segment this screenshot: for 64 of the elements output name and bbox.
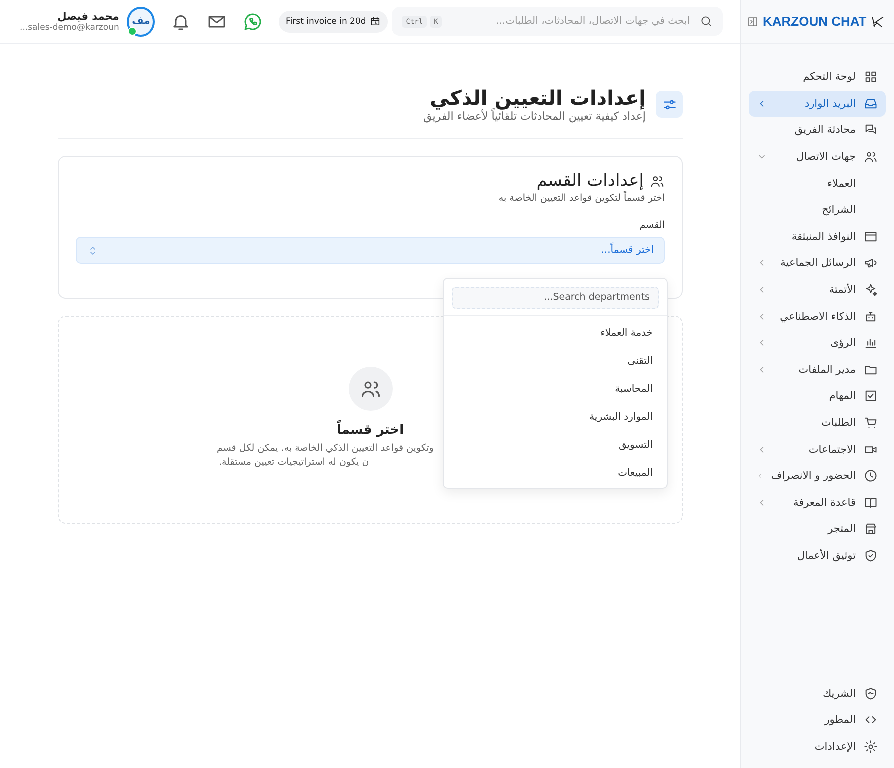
nav-subitem[interactable]: الشرائح <box>749 196 886 224</box>
page-subtitle: إعداد كيفية تعيين المحادثات تلقائياً لأعضاء الفريق <box>424 110 646 123</box>
search-icon <box>700 15 713 28</box>
megaphone-icon <box>864 256 878 270</box>
nav-item[interactable]: الرؤى <box>749 330 886 357</box>
users-icon <box>650 174 665 188</box>
nav-item[interactable]: الأتمتة <box>749 276 886 304</box>
book-icon <box>864 496 878 510</box>
nav-item[interactable]: الشريك <box>749 680 886 707</box>
cart-icon <box>864 416 878 430</box>
checkbox-icon <box>864 389 878 404</box>
nav-item[interactable]: الإعدادات <box>749 733 886 760</box>
user-email: sales-demo@karzoun... <box>20 22 120 32</box>
dropdown-option[interactable]: التسويق <box>444 432 667 460</box>
nav-item[interactable]: توثيق الأعمال <box>749 542 886 570</box>
store-icon <box>864 522 878 536</box>
nav-subitem[interactable]: العملاء <box>749 170 886 197</box>
robot-icon <box>864 310 878 324</box>
card-subtitle: اختر قسماً لتكوين قواعد التعيين الخاصة به <box>498 193 665 204</box>
nav-item[interactable]: لوحة التحكم <box>749 64 886 91</box>
nav-item[interactable]: جهات الاتصال <box>749 144 886 170</box>
dropdown-option[interactable]: المحاسبة <box>444 376 667 404</box>
sliders-icon <box>656 91 683 118</box>
calendar-icon <box>370 16 382 27</box>
sidebar-toggle-icon[interactable] <box>747 16 759 28</box>
nav-item[interactable]: محادثة الفريق <box>749 117 886 144</box>
nav-item[interactable]: الذكاء الاصطناعي <box>749 303 886 330</box>
nav-item[interactable]: المطور <box>749 706 886 734</box>
dropdown-option[interactable]: خدمة العملاء <box>444 320 667 348</box>
users-icon <box>864 150 878 164</box>
nav-item[interactable]: قاعدة المعرفة <box>749 490 886 516</box>
sparkles-icon <box>864 283 878 298</box>
whatsapp-icon[interactable] <box>243 12 264 32</box>
grid-icon <box>864 70 878 84</box>
dropdown-option[interactable]: التقنى <box>444 348 667 376</box>
nav-item[interactable]: النوافذ المنبثقة <box>749 224 886 250</box>
users-icon <box>348 367 392 411</box>
department-select[interactable]: اختر قسماً... <box>76 237 665 264</box>
nav-item[interactable]: الاجتماعات <box>749 436 886 463</box>
search-input[interactable]: ابحث في جهات الاتصال، المحادثات، الطلبات... <box>450 15 692 28</box>
user-avatar[interactable]: مف <box>127 6 156 36</box>
clock-icon <box>864 469 878 484</box>
nav-item[interactable]: المتجر <box>749 516 886 543</box>
empty-state-description: وتكوين قواعد التعيين الذكي الخاصة به. يمكن لكل قسم <box>217 442 434 456</box>
dropdown-option[interactable]: الموارد البشرية <box>444 404 667 432</box>
nav-item[interactable]: المهام <box>749 383 886 410</box>
dropdown-option[interactable]: المبيعات <box>444 460 667 488</box>
shield-icon <box>864 548 878 563</box>
field-label: القسم <box>638 220 665 231</box>
page-title: إعدادات التعيين الذكي <box>429 86 646 110</box>
nav-item[interactable]: الطلبات <box>749 410 886 436</box>
card-title: إعدادات القسم <box>536 171 644 191</box>
window-icon <box>864 230 878 244</box>
user-name: محمد فيصل <box>56 10 120 22</box>
empty-state-description: ن يكون له استراتيجيات تعيين مستقلة. <box>219 456 370 470</box>
trial-badge[interactable]: First invoice in 20d <box>279 10 388 32</box>
inbox-icon <box>864 96 878 111</box>
nav-item[interactable]: مدير الملفات <box>749 356 886 384</box>
bar-chart-icon <box>864 336 878 350</box>
nav-item[interactable]: الحضور و الانصراف <box>749 462 886 490</box>
nav-item[interactable]: البريد الوارد <box>749 90 886 118</box>
nav-item[interactable]: الرسائل الجماعية <box>749 250 886 277</box>
department-search-field[interactable]: Search departments... <box>452 286 659 308</box>
brand-name: KARZOUN CHAT <box>763 14 867 29</box>
